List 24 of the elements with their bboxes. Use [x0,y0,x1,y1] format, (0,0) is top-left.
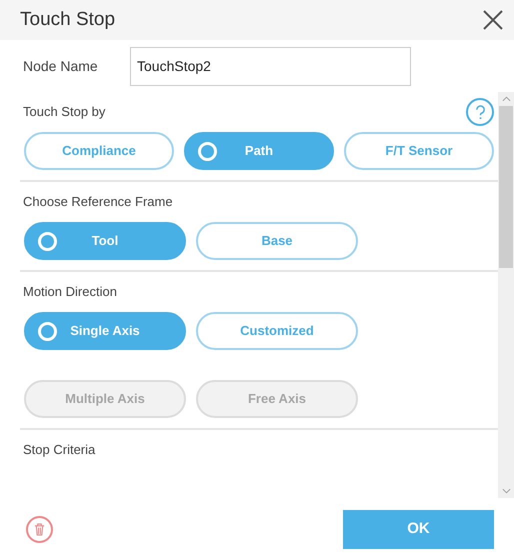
option-button[interactable]: Tool [24,222,186,260]
close-icon[interactable] [482,9,504,31]
radio-ring-icon [198,142,217,161]
section-label: Stop Criteria [22,441,96,460]
scroll-up-icon[interactable] [502,96,510,102]
node-name-field[interactable]: TouchStop2 [130,46,411,86]
radio-ring-icon [38,322,57,341]
scroll-down-icon[interactable] [502,488,510,494]
section-label: Choose Reference Frame [22,193,173,212]
window-title: Touch Stop [20,8,116,32]
scrollbar[interactable] [498,92,514,498]
field-label: Node Name [23,56,99,76]
ok-button[interactable]: OK [343,510,494,548]
option-button[interactable]: Single Axis [24,312,186,350]
help-icon[interactable] [466,98,494,126]
option-button[interactable]: Base [196,222,358,260]
section-label: Touch Stop by [22,103,106,122]
section-label: Motion Direction [22,283,117,302]
radio-ring-icon [38,232,57,251]
option-button[interactable]: Compliance [24,132,174,170]
option-button[interactable]: F/T Sensor [344,132,494,170]
option-button[interactable]: Customized [196,312,358,350]
option-button[interactable]: Path [184,132,334,170]
trash-icon[interactable] [26,516,53,542]
